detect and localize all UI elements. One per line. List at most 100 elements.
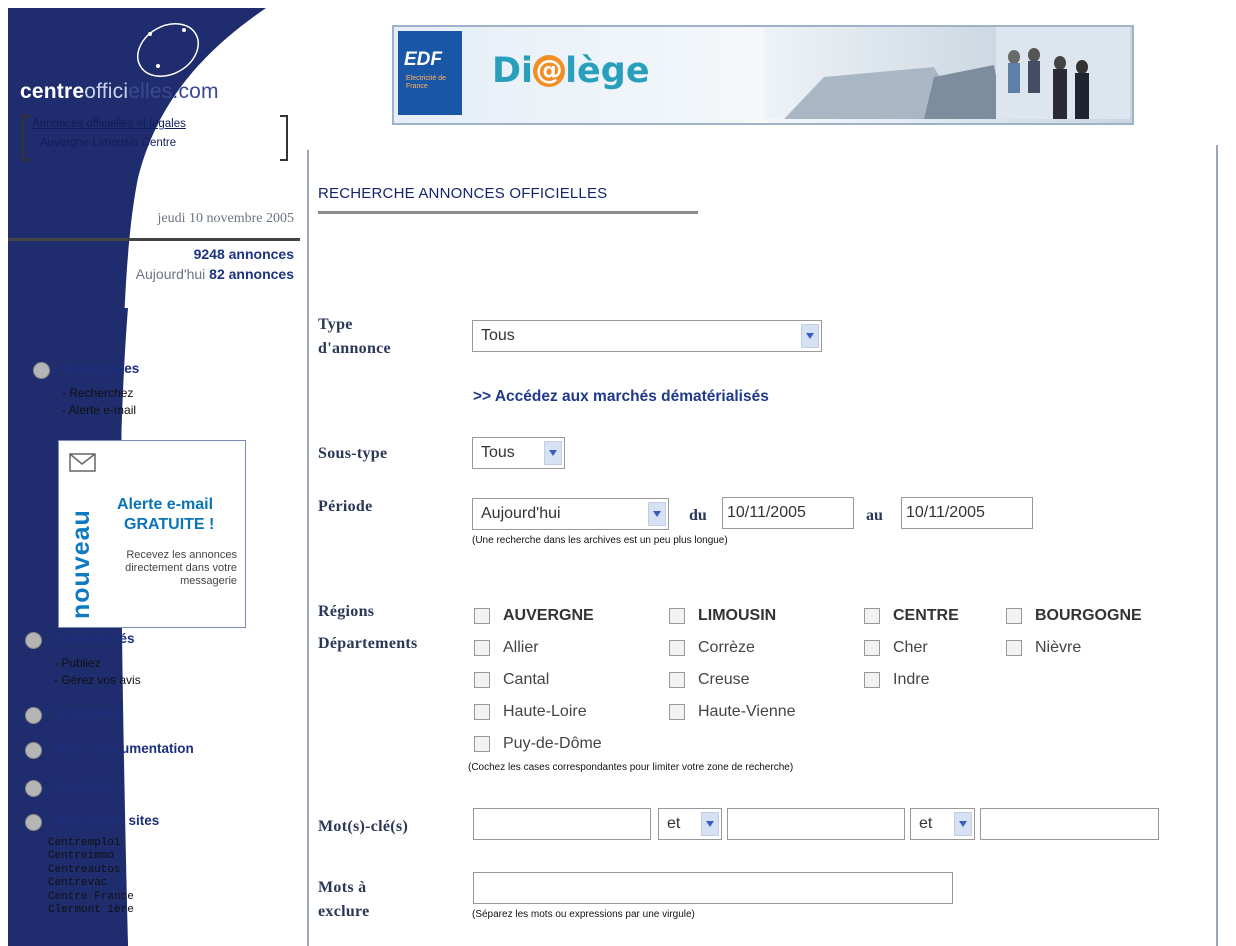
nav-entreprises[interactable]: Entreprises [65, 361, 139, 376]
region-bourgogne-checkbox[interactable] [1006, 608, 1022, 624]
region-centre-checkbox[interactable] [864, 608, 880, 624]
region-centre-label: CENTRE [893, 607, 959, 624]
chevron-down-icon[interactable] [544, 441, 562, 465]
tagline-line1[interactable]: Annonces officielles et légales [32, 118, 186, 130]
keyword-input-3[interactable] [980, 808, 1159, 840]
today-count: Aujourd'hui 82 annonces [135, 266, 294, 282]
chevron-down-icon[interactable] [954, 812, 972, 836]
dept-checkbox[interactable] [669, 672, 685, 688]
site-link[interactable]: Centreautos [48, 864, 134, 877]
bullet-icon [33, 362, 50, 379]
nav-collectivites-publiez[interactable]: - Publiez [54, 655, 101, 672]
departements-label: Départements [318, 635, 418, 652]
dept-label: Cantal [503, 671, 550, 688]
nav-contacts[interactable]: Contacts [55, 779, 113, 794]
dept-checkbox[interactable] [474, 672, 490, 688]
au-label: au [866, 507, 883, 524]
site-link[interactable]: Centremploi [48, 837, 134, 850]
periode-hint: (Une recherche dans les archives est un … [472, 535, 728, 546]
bullet-icon [25, 814, 42, 831]
dept-checkbox[interactable] [864, 672, 880, 688]
total-count: 9248 annonces [193, 246, 294, 262]
promo-desc: Recevez les annonces directement dans vo… [125, 549, 237, 587]
nav-actualites[interactable]: Actualités [55, 706, 120, 721]
dept-checkbox[interactable] [864, 640, 880, 656]
bullet-icon [25, 707, 42, 724]
promo-free: GRATUITE ! [124, 516, 215, 533]
site-link[interactable]: Centreimmo [48, 850, 134, 863]
envelope-icon [69, 453, 96, 472]
chevron-down-icon[interactable] [648, 502, 666, 526]
chevron-down-icon[interactable] [701, 812, 719, 836]
edf-logo: EDF Electricité de France [398, 31, 462, 115]
dept-checkbox[interactable] [474, 736, 490, 752]
bullet-icon [25, 632, 42, 649]
dept-checkbox[interactable] [474, 640, 490, 656]
alert-promo-box[interactable]: nouveau Alerte e-mail GRATUITE ! Recevez… [58, 440, 246, 628]
current-date: jeudi 10 novembre 2005 [157, 211, 294, 226]
nav-entreprises-alerte[interactable]: - Alerte e-mail [62, 402, 136, 419]
nav-entreprises-recherchez[interactable]: - Recherchez [62, 385, 133, 402]
chevron-down-icon[interactable] [801, 324, 819, 348]
type-select[interactable]: Tous [472, 320, 822, 352]
nav-aide[interactable]: Aide / Documentation [55, 741, 194, 756]
tagline-line2: Auvergne Limousin Centre [40, 137, 177, 149]
type-label: Type d'annonce [318, 316, 391, 357]
promo-nouveau: nouveau [67, 509, 95, 619]
title-underline [318, 211, 698, 214]
dept-label: Puy-de-Dôme [503, 735, 602, 752]
marches-link[interactable]: >> Accédez aux marchés dématérialisés [473, 388, 769, 406]
site-link[interactable]: Clermont 1ère [48, 904, 134, 917]
date-to-input[interactable]: 10/11/2005 [901, 497, 1033, 529]
site-logo[interactable]: centreofficielles.com [20, 80, 219, 104]
keyword-operator-1[interactable]: et [658, 808, 722, 840]
dept-label: Cher [893, 639, 928, 656]
dept-checkbox[interactable] [474, 704, 490, 720]
edf-dialege-banner[interactable]: EDF Electricité de France Di@lège [392, 25, 1134, 125]
region-limousin-checkbox[interactable] [669, 608, 685, 624]
keyword-input-2[interactable] [727, 808, 905, 840]
dept-checkbox[interactable] [669, 640, 685, 656]
dialege-logo: Di@lège [492, 51, 650, 91]
site-link[interactable]: Centre France [48, 891, 134, 904]
soustype-select[interactable]: Tous [472, 437, 565, 469]
dept-checkbox[interactable] [1006, 640, 1022, 656]
promo-title: Alerte e-mail [117, 496, 214, 513]
region-auvergne-label: AUVERGNE [503, 607, 594, 624]
regions-hint: (Cochez les cases correspondantes pour l… [468, 762, 794, 773]
region-limousin-label: LIMOUSIN [698, 607, 777, 624]
bullet-icon [25, 742, 42, 759]
keyword-input-1[interactable] [473, 808, 651, 840]
panel-border-right [1216, 145, 1218, 946]
bullet-icon [25, 780, 42, 797]
exclure-label: Mots à exclure [318, 879, 370, 920]
keyword-operator-2[interactable]: et [910, 808, 975, 840]
nav-autres-sites[interactable]: Nos autres sites [55, 813, 159, 828]
nav-collectivites[interactable]: Collectivités [55, 631, 135, 646]
dept-checkbox[interactable] [669, 704, 685, 720]
date-from-input[interactable]: 10/11/2005 [722, 497, 854, 529]
periode-select[interactable]: Aujourd'hui [472, 498, 669, 530]
other-sites-list: Centremploi Centreimmo Centreautos Centr… [48, 837, 134, 917]
du-label: du [689, 507, 707, 524]
site-link[interactable]: Centrevac [48, 877, 134, 890]
region-auvergne-checkbox[interactable] [474, 608, 490, 624]
divider [8, 238, 300, 241]
dept-label: Haute-Loire [503, 703, 587, 720]
dept-label: Haute-Vienne [698, 703, 796, 720]
region-bourgogne-label: BOURGOGNE [1035, 607, 1142, 624]
soustype-label: Sous-type [318, 445, 388, 462]
dept-label: Allier [503, 639, 539, 656]
dept-label: Indre [893, 671, 930, 688]
sidebar: centreofficielles.com Annonces officiell… [8, 8, 300, 946]
page-title: RECHERCHE ANNONCES OFFICIELLES [318, 185, 608, 202]
exclure-hint: (Séparez les mots ou expressions par une… [472, 909, 695, 920]
dept-label: Nièvre [1035, 639, 1082, 656]
nav-collectivites-gerez[interactable]: - Gérez vos avis [54, 672, 141, 689]
regions-label: Régions [318, 603, 375, 620]
dept-label: Corrèze [698, 639, 755, 656]
motscles-label: Mot(s)-clé(s) [318, 818, 409, 835]
site-tagline: Annonces officielles et légales Auvergne… [22, 115, 288, 161]
exclude-words-input[interactable] [473, 872, 953, 904]
dept-label: Creuse [698, 671, 750, 688]
